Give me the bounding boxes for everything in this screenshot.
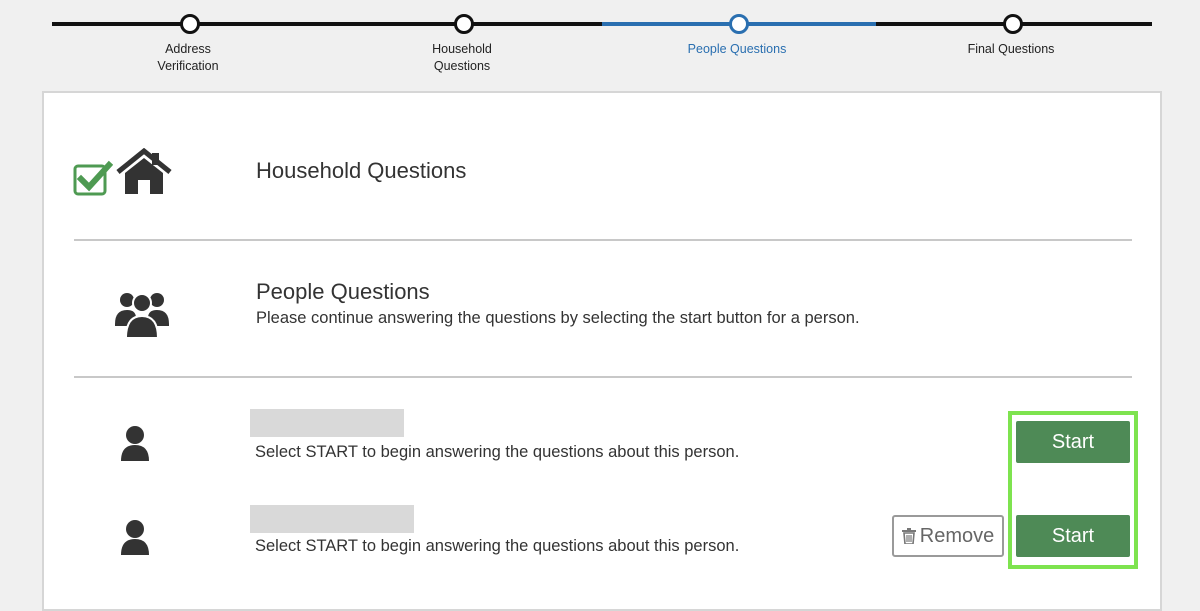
household-section-title: Household Questions — [256, 158, 467, 183]
house-icon — [116, 148, 172, 194]
person-prompt: Select START to begin answering the ques… — [255, 443, 740, 461]
person-prompt: Select START to begin answering the ques… — [255, 537, 740, 555]
step-label-household: Household Questions — [432, 42, 492, 73]
step-node-people — [729, 14, 749, 34]
person-name-redacted — [250, 505, 414, 533]
section-divider — [74, 376, 1132, 378]
group-icon — [115, 293, 169, 339]
remove-button-label: Remove — [919, 524, 995, 547]
step-node-household — [454, 14, 474, 34]
people-section-description: Please continue answering the questions … — [256, 309, 860, 327]
person-name-redacted — [250, 409, 404, 437]
person-icon — [121, 520, 149, 555]
step-label-address: Address Verification — [157, 42, 219, 73]
step-node-address — [180, 14, 200, 34]
step-label-final: Final Questions — [967, 42, 1055, 56]
checkbox-checked-icon — [73, 160, 113, 196]
section-divider — [74, 239, 1132, 241]
questions-card: Household Questions People Questions Ple… — [42, 91, 1162, 611]
step-node-final — [1003, 14, 1023, 34]
progress-stepper: Address Verification Household Questions… — [0, 0, 1200, 90]
start-buttons-highlight — [1008, 411, 1138, 569]
trash-icon — [901, 528, 916, 544]
stepper-track-complete — [52, 22, 602, 26]
remove-button[interactable]: Remove — [892, 515, 1004, 557]
person-icon — [121, 426, 149, 461]
step-label-people: People Questions — [687, 42, 787, 56]
people-section-title: People Questions — [256, 279, 430, 304]
